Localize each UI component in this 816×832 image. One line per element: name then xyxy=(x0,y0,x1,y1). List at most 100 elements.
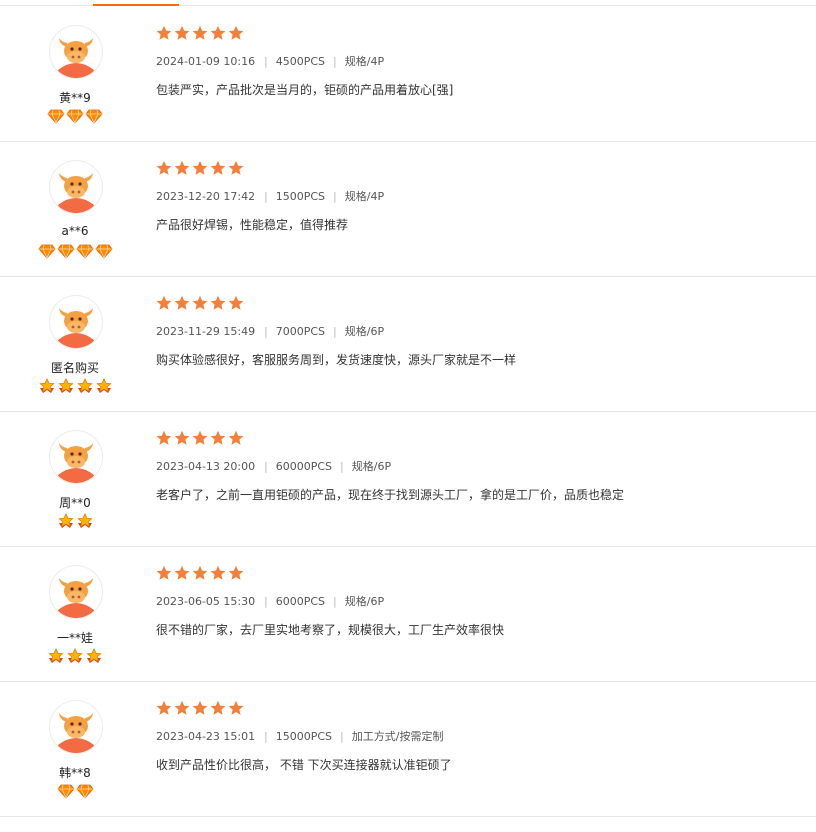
star-icon xyxy=(210,25,226,40)
crown-star-badge-icon xyxy=(67,648,83,663)
review-content: 2023-11-29 15:49 | 7000PCS | 规格/6P 购买体验感很好，客… xyxy=(156,295,796,368)
review-date: 2023-12-20 17:42 xyxy=(156,190,256,203)
star-icon xyxy=(228,700,244,715)
diamond-badge-icon xyxy=(94,244,113,259)
rating-stars xyxy=(156,430,796,448)
purchase-quantity: 7000PCS xyxy=(275,325,326,338)
reviewer-name: 一**娃 xyxy=(56,631,93,645)
reviewer-info: 韩**8 xyxy=(28,700,122,800)
crown-star-badge-icon xyxy=(57,513,74,528)
star-icon xyxy=(228,25,244,40)
diamond-badge-icon xyxy=(56,244,75,259)
crown-star-badge-icon xyxy=(38,378,55,393)
star-icon xyxy=(192,25,208,40)
star-icon xyxy=(228,430,244,445)
bull-avatar-icon xyxy=(50,161,102,213)
review-meta: 2023-04-13 20:00 | 60000PCS | 规格/6P xyxy=(156,458,796,474)
crown-star-badge-icon xyxy=(76,513,93,528)
purchase-quantity: 1500PCS xyxy=(275,190,326,203)
rating-stars xyxy=(156,565,796,583)
star-icon xyxy=(210,430,226,445)
buyer-level-badges xyxy=(28,108,122,124)
review-comment: 收到产品性价比很高， 不错 下次买连接器就认准钜硕了 xyxy=(156,758,452,772)
meta-divider: | xyxy=(340,730,344,743)
star-icon xyxy=(192,565,208,580)
review-date: 2023-04-23 15:01 xyxy=(156,730,256,743)
diamond-badge-icon xyxy=(66,109,84,124)
reviewer-name: 周**0 xyxy=(59,496,91,510)
star-icon xyxy=(210,700,226,715)
review-date: 2023-06-05 15:30 xyxy=(156,595,256,608)
review-date: 2024-01-09 10:16 xyxy=(156,55,256,68)
star-icon xyxy=(156,565,172,580)
purchase-quantity: 15000PCS xyxy=(275,730,333,743)
diamond-badge-icon xyxy=(37,244,56,259)
review-item: 周**0 2023-04-13 20:00 | 60000PCS | 规格/6P 老客户… xyxy=(0,412,816,547)
avatar xyxy=(49,160,103,214)
meta-divider: | xyxy=(264,460,268,473)
meta-divider: | xyxy=(264,595,268,608)
reviewer-info: 周**0 xyxy=(28,430,122,530)
star-icon xyxy=(174,565,190,580)
review-comment: 很不错的厂家，去厂里实地考察了，规模很大，工厂生产效率很快 xyxy=(156,623,505,637)
review-meta: 2023-06-05 15:30 | 6000PCS | 规格/6P xyxy=(156,593,796,609)
review-meta: 2023-12-20 17:42 | 1500PCS | 规格/4P xyxy=(156,188,796,204)
buyer-level-badges xyxy=(28,243,122,259)
review-content: 2023-06-05 15:30 | 6000PCS | 规格/6P 很不错的厂家，去厂… xyxy=(156,565,796,638)
star-icon xyxy=(210,565,226,580)
meta-divider: | xyxy=(340,460,344,473)
diamond-badge-icon xyxy=(75,784,94,799)
reviewer-name: 匿名购买 xyxy=(50,361,99,375)
avatar xyxy=(49,565,103,619)
meta-divider: | xyxy=(264,55,268,68)
reviewer-info: a**6 xyxy=(28,160,122,260)
buyer-level-badges xyxy=(28,783,122,799)
product-spec: 加工方式/按需定制 xyxy=(351,730,444,743)
review-content: 2023-04-23 15:01 | 15000PCS | 加工方式/按需定制 收到产品… xyxy=(156,700,796,773)
star-icon xyxy=(174,295,190,310)
star-icon xyxy=(192,700,208,715)
buyer-level-badges xyxy=(28,648,122,664)
reviewer-info: 一**娃 xyxy=(28,565,122,665)
diamond-badge-icon xyxy=(47,109,65,124)
review-comment: 购买体验感很好，客服服务周到，发货速度快，源头厂家就是不一样 xyxy=(156,353,517,367)
review-date: 2023-11-29 15:49 xyxy=(156,325,256,338)
review-item: 韩**8 2023-04-23 15:01 | 15000PCS | 加工方式/按需定制… xyxy=(0,682,816,817)
review-item: a**6 2023-12-20 17:42 | 1500PCS | 规格/4P 产品很好… xyxy=(0,142,816,277)
meta-divider: | xyxy=(264,325,268,338)
review-comment: 产品很好焊锡，性能稳定，值得推荐 xyxy=(156,218,349,232)
meta-divider: | xyxy=(264,730,268,743)
product-spec: 规格/4P xyxy=(344,190,385,203)
avatar xyxy=(49,430,103,484)
meta-divider: | xyxy=(333,190,337,203)
reviewer-info: 黄**9 xyxy=(28,25,122,125)
star-icon xyxy=(156,700,172,715)
star-icon xyxy=(156,25,172,40)
star-icon xyxy=(192,160,208,175)
star-icon xyxy=(156,430,172,445)
product-spec: 规格/4P xyxy=(344,55,385,68)
review-content: 2023-04-13 20:00 | 60000PCS | 规格/6P 老客户了，之前一… xyxy=(156,430,796,503)
review-content: 2023-12-20 17:42 | 1500PCS | 规格/4P 产品很好焊锡，性能… xyxy=(156,160,796,233)
review-meta: 2024-01-09 10:16 | 4500PCS | 规格/4P xyxy=(156,53,796,69)
review-meta: 2023-04-23 15:01 | 15000PCS | 加工方式/按需定制 xyxy=(156,728,796,744)
review-comment: 包装严实，产品批次是当月的，钜硕的产品用着放心[强] xyxy=(156,83,454,97)
review-date: 2023-04-13 20:00 xyxy=(156,460,256,473)
buyer-level-badges xyxy=(28,513,122,529)
review-item: 匿名购买 2023-11-29 15:49 | 7000PCS | 规格/6P 购买体验… xyxy=(0,277,816,412)
star-icon xyxy=(174,700,190,715)
reviewer-name: 黄**9 xyxy=(59,91,91,105)
star-icon xyxy=(192,295,208,310)
crown-star-badge-icon xyxy=(95,378,112,393)
diamond-badge-icon xyxy=(56,784,75,799)
rating-stars xyxy=(156,700,796,718)
meta-divider: | xyxy=(333,55,337,68)
reviewer-name: a**6 xyxy=(61,224,89,238)
avatar xyxy=(49,25,103,79)
purchase-quantity: 4500PCS xyxy=(275,55,326,68)
bull-avatar-icon xyxy=(50,701,102,753)
avatar xyxy=(49,295,103,349)
star-icon xyxy=(210,295,226,310)
rating-stars xyxy=(156,295,796,313)
crown-star-badge-icon xyxy=(48,648,64,663)
